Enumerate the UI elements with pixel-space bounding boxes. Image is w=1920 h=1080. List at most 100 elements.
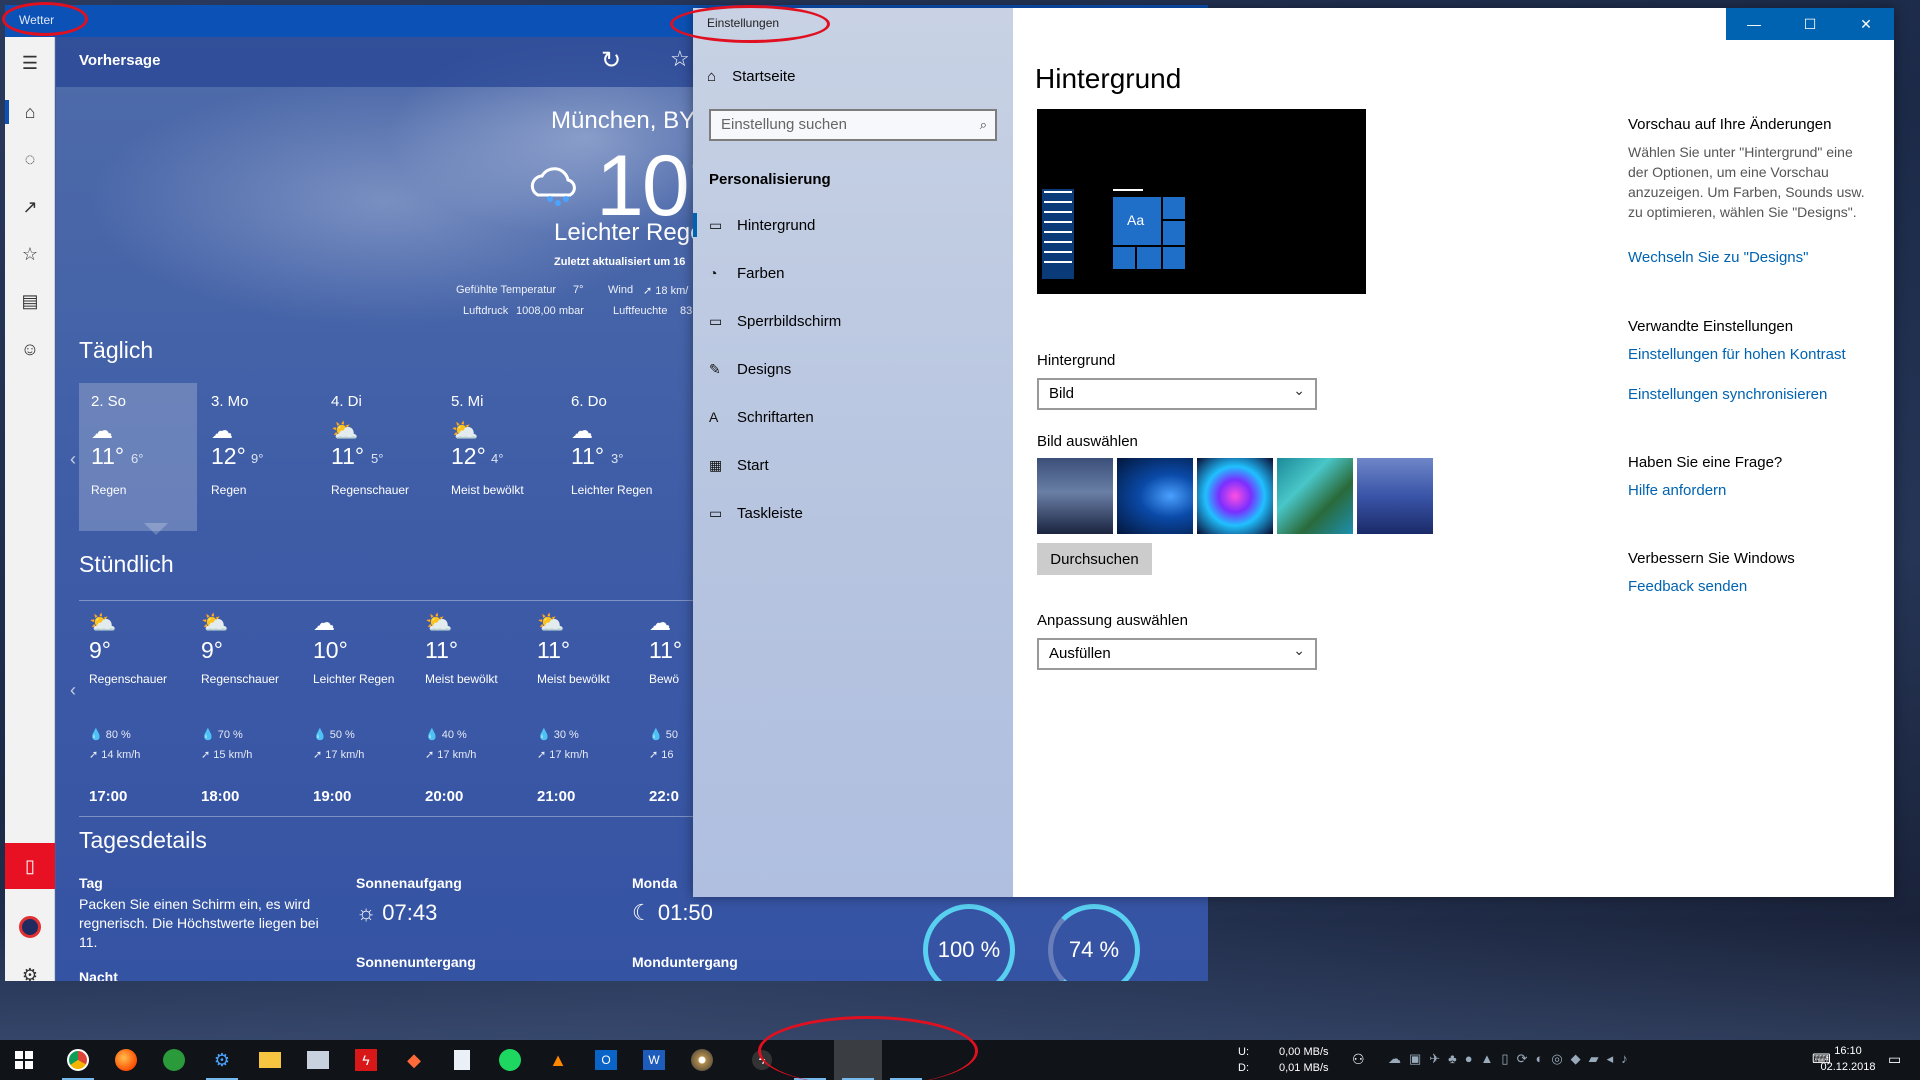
day-high: 11° bbox=[91, 443, 125, 469]
settings-search-input[interactable]: Einstellung suchen ⌕ bbox=[709, 109, 997, 141]
day-card[interactable]: 2. So ☁ 11° 6° Regen bbox=[79, 383, 197, 531]
weather-sidebar: ☰ ⌂ ◌ ↗ ☆ ▤ ☺ ▯ ⚙ bbox=[5, 37, 55, 981]
people-icon[interactable]: ⚇ bbox=[1352, 1051, 1365, 1068]
wallpaper-thumbnail-4[interactable] bbox=[1277, 458, 1353, 534]
hour-time: 18:00 bbox=[201, 788, 240, 805]
sync-settings-link[interactable]: Einstellungen synchronisieren bbox=[1628, 386, 1827, 403]
hourly-prev-arrow-icon[interactable]: ‹ bbox=[70, 680, 76, 701]
chevron-down-icon: ⌄ bbox=[1293, 642, 1305, 658]
day-low: 4° bbox=[491, 451, 504, 466]
notepad-icon[interactable] bbox=[438, 1040, 486, 1080]
day-condition: Regen bbox=[91, 483, 127, 497]
word-icon[interactable]: W bbox=[630, 1040, 678, 1080]
history-chart-icon[interactable]: ↗ bbox=[5, 187, 55, 227]
hour-wind: ➚ 17 km/h bbox=[313, 749, 365, 761]
home-icon[interactable]: ⌂ bbox=[5, 92, 55, 132]
news-icon[interactable]: ▤ bbox=[5, 281, 55, 321]
clock-date[interactable]: 02.12.2018 bbox=[1818, 1061, 1878, 1073]
account-avatar-icon[interactable] bbox=[5, 907, 55, 947]
browse-button[interactable]: Durchsuchen bbox=[1037, 543, 1152, 575]
night-label: Nacht bbox=[79, 969, 118, 981]
get-help-link[interactable]: Hilfe anfordern bbox=[1628, 482, 1726, 499]
nav-item-farben[interactable]: ◔ Farben bbox=[693, 249, 1013, 297]
fit-dropdown[interactable]: Ausfüllen ⌄ bbox=[1037, 638, 1317, 670]
wallpaper-thumbnail-2[interactable] bbox=[1117, 458, 1193, 534]
settings-app-icon[interactable]: ⚙ bbox=[198, 1040, 246, 1080]
day-card[interactable]: 5. Mi ⛅ 12° 4° Meist bewölkt bbox=[439, 383, 557, 531]
wallpaper-thumbnail-5[interactable] bbox=[1357, 458, 1433, 534]
rain-cloud-icon: ☁ bbox=[313, 610, 335, 635]
day-name: 4. Di bbox=[331, 393, 362, 410]
sun-cloud-icon: ⛅ bbox=[425, 610, 453, 635]
radar-icon[interactable]: ◌ bbox=[5, 139, 55, 179]
nav-group-title: Personalisierung bbox=[709, 171, 831, 188]
favorites-icon[interactable]: ☆ bbox=[5, 234, 55, 274]
close-icon[interactable]: ✕ bbox=[1838, 8, 1894, 40]
sunrise-value: ☼ 07:43 bbox=[356, 900, 438, 925]
city-name: München, BY bbox=[551, 107, 696, 134]
hour-rain: 💧 50 bbox=[649, 729, 679, 741]
last-updated: Zuletzt aktualisiert um 16 bbox=[554, 256, 686, 268]
system-tray-icons[interactable]: ☁▣✈♣●▲▯⟳◐◎◆▰◂♪ bbox=[1388, 1051, 1636, 1067]
hamburger-menu-icon[interactable]: ☰ bbox=[5, 43, 55, 83]
day-card[interactable]: 3. Mo ☁ 12° 9° Regen bbox=[199, 383, 317, 531]
annotation-circle-settings bbox=[670, 5, 830, 43]
designs-link[interactable]: Wechseln Sie zu "Designs" bbox=[1628, 249, 1808, 266]
sun-rain-icon: ⛅ bbox=[89, 610, 117, 635]
outlook-icon[interactable]: O bbox=[582, 1040, 630, 1080]
shield-app-icon[interactable]: ◆ bbox=[390, 1040, 438, 1080]
preview-section-text: Wählen Sie unter "Hintergrund" eine der … bbox=[1628, 144, 1865, 220]
background-type-dropdown[interactable]: Bild ⌄ bbox=[1037, 378, 1317, 410]
file-explorer-icon[interactable] bbox=[246, 1040, 294, 1080]
chrome-icon[interactable] bbox=[54, 1040, 102, 1080]
globe-app-icon[interactable] bbox=[150, 1040, 198, 1080]
sun-cloud-icon: ⛅ bbox=[537, 610, 565, 635]
hour-condition: Leichter Regen bbox=[313, 672, 395, 686]
day-card[interactable]: 6. Do ☁ 11° 3° Leichter Regen bbox=[559, 383, 677, 531]
lightning-app-icon[interactable]: ϟ bbox=[342, 1040, 390, 1080]
notifications-icon[interactable]: ▭ bbox=[1888, 1051, 1901, 1068]
feedback-link[interactable]: Feedback senden bbox=[1628, 578, 1747, 595]
day-card[interactable]: 4. Di ⛅ 11° 5° Regenschauer bbox=[319, 383, 437, 531]
settings-gear-icon[interactable]: ⚙ bbox=[5, 955, 55, 982]
nav-item-schriftarten[interactable]: A Schriftarten bbox=[693, 393, 1013, 441]
minimize-icon[interactable]: — bbox=[1726, 8, 1782, 40]
moonrise-value: ☾ 01:50 bbox=[632, 900, 713, 925]
vlc-icon[interactable]: ▲ bbox=[534, 1040, 582, 1080]
wallpaper-thumbnail-3[interactable] bbox=[1197, 458, 1273, 534]
clock-time[interactable]: 16:10 bbox=[1818, 1045, 1878, 1057]
maximize-icon[interactable]: ☐ bbox=[1782, 8, 1838, 40]
nav-item-hintergrund[interactable]: ▭ Hintergrund bbox=[693, 201, 1013, 249]
high-contrast-link[interactable]: Einstellungen für hohen Kontrast bbox=[1628, 346, 1846, 363]
nav-item-label: Designs bbox=[737, 360, 792, 378]
nav-item-start[interactable]: ▦ Start bbox=[693, 441, 1013, 489]
spotify-icon[interactable] bbox=[486, 1040, 534, 1080]
hour-temp: 11° bbox=[537, 637, 571, 663]
rain-cloud-icon bbox=[530, 167, 576, 206]
improve-title: Verbessern Sie Windows bbox=[1628, 550, 1795, 567]
refresh-icon[interactable]: ↻ bbox=[601, 46, 621, 75]
background-preview: Aa bbox=[1037, 109, 1366, 294]
favorite-star-icon[interactable]: ☆ bbox=[670, 46, 690, 72]
hour-time: 19:00 bbox=[313, 788, 352, 805]
humidity-value: 83 bbox=[680, 305, 693, 317]
hour-time: 22:0 bbox=[649, 788, 680, 805]
wind-value: ➚ 18 km/ bbox=[643, 285, 689, 297]
search-icon: ⌕ bbox=[979, 117, 987, 132]
phone-icon[interactable]: ▯ bbox=[5, 843, 55, 889]
hour-time: 17:00 bbox=[89, 788, 128, 805]
wallpaper-thumbnail-1[interactable] bbox=[1037, 458, 1113, 534]
smiley-icon[interactable]: ☺ bbox=[5, 329, 55, 369]
daily-prev-arrow-icon[interactable]: ‹ bbox=[70, 449, 76, 470]
scanner-app-icon[interactable] bbox=[294, 1040, 342, 1080]
windows-start-icon[interactable] bbox=[0, 1040, 48, 1080]
firefox-icon[interactable] bbox=[102, 1040, 150, 1080]
nav-item-designs[interactable]: ✎ Designs bbox=[693, 345, 1013, 393]
rain-cloud-icon: ☁ bbox=[211, 418, 233, 443]
nav-home[interactable]: ⌂ Startseite bbox=[707, 68, 795, 85]
hour-wind: ➚ 16 bbox=[649, 749, 674, 761]
disc-app-icon[interactable] bbox=[678, 1040, 726, 1080]
nav-item-sperrbildschirm[interactable]: ▭ Sperrbildschirm bbox=[693, 297, 1013, 345]
nav-item-taskleiste[interactable]: ▭ Taskleiste bbox=[693, 489, 1013, 537]
details-title: Tagesdetails bbox=[79, 827, 207, 853]
